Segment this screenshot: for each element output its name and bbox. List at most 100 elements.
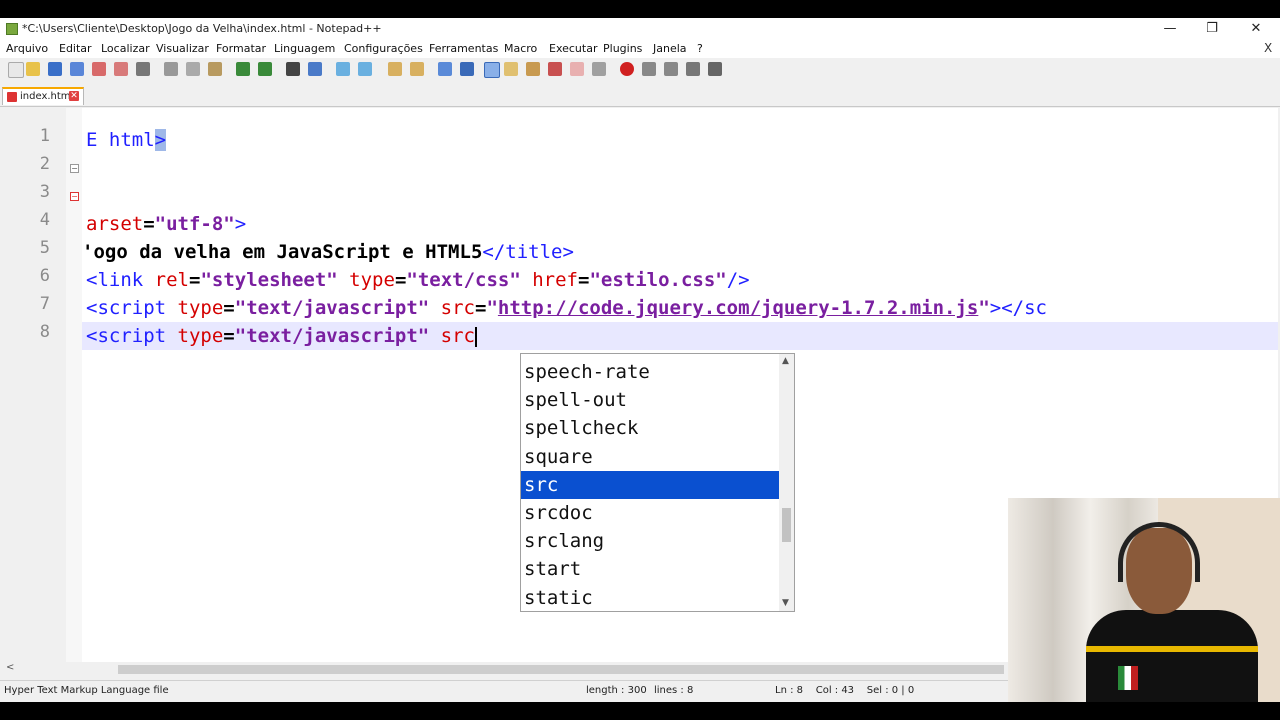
close-button[interactable]: ✕ [1234, 18, 1278, 40]
autocomplete-option[interactable]: spell-out [521, 386, 779, 414]
autocomplete-option[interactable]: start [521, 555, 779, 583]
code-token: </title> [482, 241, 574, 263]
menu-janela[interactable]: Janela [653, 42, 687, 55]
autocomplete-popup[interactable]: speech-rate spell-out spellcheck square … [520, 353, 795, 612]
matched-bracket: > [154, 129, 167, 151]
menu-ferramentas[interactable]: Ferramentas [429, 42, 498, 55]
code-url-link[interactable]: http://code.jquery.com/jquery-1.7.2.min.… [498, 297, 978, 319]
autocomplete-scrollbar[interactable]: ▲ ▼ [779, 354, 794, 611]
code-line-7: <script type="text/javascript" src="http… [86, 297, 1047, 319]
close-all-icon[interactable] [114, 62, 128, 76]
menu-executar[interactable]: Executar [549, 42, 598, 55]
replace-icon[interactable] [308, 62, 322, 76]
run-macro-multiple-icon[interactable] [686, 62, 700, 76]
status-length: length : 300 [586, 685, 647, 696]
scroll-thumb[interactable] [782, 508, 791, 542]
print-icon[interactable] [136, 62, 150, 76]
line-number: 5 [39, 238, 50, 258]
copy-icon[interactable] [186, 62, 200, 76]
tab-label: index.html [20, 91, 74, 102]
menu-help[interactable]: ? [697, 42, 703, 55]
fold-toggle-icon[interactable]: − [70, 164, 79, 173]
code-token: = [143, 213, 155, 235]
line-number: 2 [39, 154, 50, 174]
scroll-thumb[interactable] [118, 665, 1004, 674]
menu-linguagem[interactable]: Linguagem [274, 42, 335, 55]
doc-map-icon[interactable] [504, 62, 518, 76]
sync-vertical-icon[interactable] [388, 62, 402, 76]
save-icon[interactable] [48, 62, 62, 76]
stop-macro-icon[interactable] [642, 62, 656, 76]
play-macro-icon[interactable] [664, 62, 678, 76]
notepadpp-icon [6, 23, 18, 35]
code-token: rel [154, 269, 189, 291]
typed-text: src [440, 325, 475, 347]
scroll-down-icon[interactable]: ▼ [782, 598, 789, 608]
word-wrap-icon[interactable] [438, 62, 452, 76]
webcam-overlay [1008, 498, 1280, 702]
autocomplete-option[interactable]: srclang [521, 527, 779, 555]
line-number: 7 [39, 294, 50, 314]
horizontal-scrollbar[interactable]: < [2, 662, 1008, 676]
title-bar: *C:\Users\Cliente\Desktop\Jogo da Velha\… [0, 18, 1280, 40]
record-macro-icon[interactable] [620, 62, 634, 76]
autocomplete-option[interactable]: speech-rate [521, 358, 779, 386]
redo-icon[interactable] [258, 62, 272, 76]
function-list-icon[interactable] [526, 62, 540, 76]
menu-formatar[interactable]: Formatar [216, 42, 266, 55]
menu-configuracoes[interactable]: Configurações [344, 42, 423, 55]
view-icon[interactable] [592, 62, 606, 76]
window-title: *C:\Users\Cliente\Desktop\Jogo da Velha\… [22, 22, 382, 35]
autocomplete-option[interactable]: srcdoc [521, 499, 779, 527]
minimize-button[interactable]: — [1148, 18, 1192, 40]
menu-localizar[interactable]: Localizar [101, 42, 150, 55]
show-all-chars-icon[interactable] [460, 62, 474, 76]
maximize-button[interactable]: ❐ [1190, 18, 1234, 40]
new-file-icon[interactable] [8, 62, 24, 78]
code-token: E html [86, 129, 155, 151]
code-token: "text/javascript" [234, 297, 430, 319]
menu-editar[interactable]: Editar [59, 42, 92, 55]
close-file-icon[interactable] [92, 62, 106, 76]
line-number: 3 [39, 182, 50, 202]
sync-horizontal-icon[interactable] [410, 62, 424, 76]
line-number: 6 [39, 266, 50, 286]
tab-index-html[interactable]: index.html ✕ [2, 87, 84, 105]
folder-workspace-icon[interactable] [548, 62, 562, 76]
code-token: src [440, 297, 475, 319]
scroll-left-icon[interactable]: < [6, 662, 14, 673]
autocomplete-option-selected[interactable]: src [521, 470, 779, 499]
status-lines: lines : 8 [654, 685, 694, 696]
menu-visualizar[interactable]: Visualizar [156, 42, 209, 55]
paste-icon[interactable] [208, 62, 222, 76]
code-token: href [532, 269, 578, 291]
save-all-icon[interactable] [70, 62, 84, 76]
fold-toggle-icon[interactable]: − [70, 192, 79, 201]
scroll-up-icon[interactable]: ▲ [782, 356, 789, 366]
autocomplete-option[interactable]: square [521, 443, 779, 471]
indent-guide-icon[interactable] [484, 62, 500, 78]
code-token: "text/javascript" [234, 325, 430, 347]
code-token: <script [86, 325, 167, 347]
close-document-x[interactable]: X [1264, 41, 1272, 55]
text-caret [475, 326, 477, 347]
undo-icon[interactable] [236, 62, 250, 76]
line-number-gutter: 1 2 3 4 5 6 7 8 [2, 108, 66, 674]
autocomplete-option[interactable]: spellcheck [521, 414, 779, 442]
code-token: > [234, 213, 247, 235]
menu-plugins[interactable]: Plugins [603, 42, 642, 55]
zoom-out-icon[interactable] [358, 62, 372, 76]
cut-icon[interactable] [164, 62, 178, 76]
monitoring-icon[interactable] [570, 62, 584, 76]
autocomplete-option[interactable]: static [521, 584, 779, 612]
menu-macro[interactable]: Macro [504, 42, 537, 55]
find-icon[interactable] [286, 62, 300, 76]
tab-close-icon[interactable]: ✕ [69, 91, 79, 101]
toolbar [0, 58, 1280, 82]
save-macro-icon[interactable] [708, 62, 722, 76]
menu-bar: Arquivo Editar Localizar Visualizar Form… [0, 40, 1280, 58]
zoom-in-icon[interactable] [336, 62, 350, 76]
menu-arquivo[interactable]: Arquivo [6, 42, 48, 55]
open-file-icon[interactable] [26, 62, 40, 76]
presenter-shirt-badge [1118, 666, 1138, 690]
